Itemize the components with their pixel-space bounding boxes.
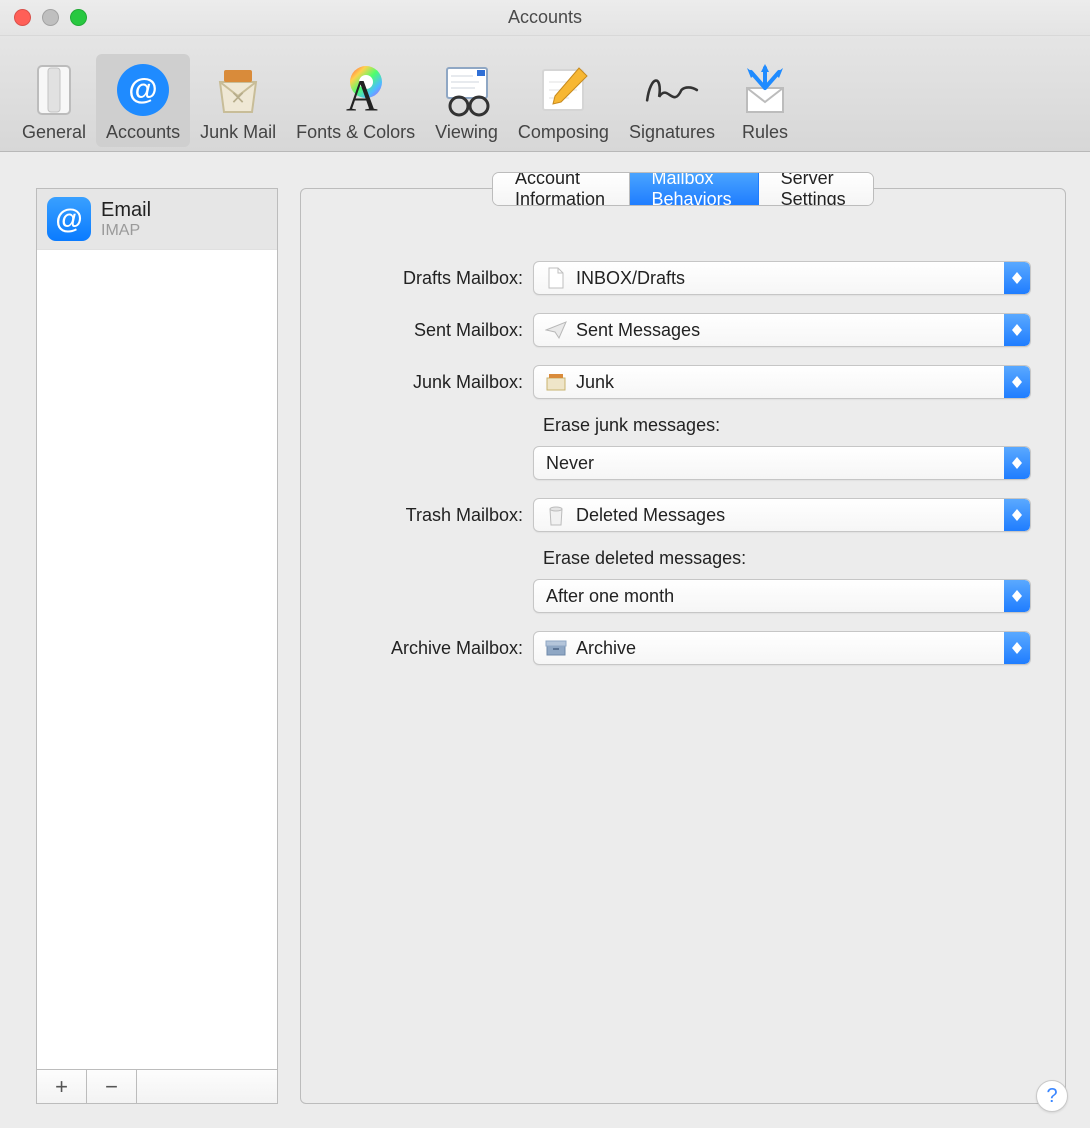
drafts-row: Drafts Mailbox: INBOX/Drafts bbox=[319, 261, 1031, 295]
trash-value: Deleted Messages bbox=[576, 505, 1004, 526]
sent-label: Sent Mailbox: bbox=[319, 320, 533, 341]
toolbar-label: Rules bbox=[742, 122, 788, 143]
toolbar-label: Accounts bbox=[106, 122, 180, 143]
drafts-label: Drafts Mailbox: bbox=[319, 268, 533, 289]
junk-value: Junk bbox=[576, 372, 1004, 393]
titlebar: Accounts bbox=[0, 0, 1090, 36]
content-area: @ Email IMAP + − Account Information Mai… bbox=[0, 152, 1090, 1128]
paper-plane-icon bbox=[542, 319, 570, 341]
tab-account-information[interactable]: Account Information bbox=[493, 173, 630, 205]
erase-junk-label: Erase junk messages: bbox=[543, 415, 1031, 436]
trash-mailbox-popup[interactable]: Deleted Messages bbox=[533, 498, 1031, 532]
toolbar-label: Viewing bbox=[435, 122, 498, 143]
toolbar-rules[interactable]: Rules bbox=[725, 54, 805, 147]
account-text: Email IMAP bbox=[101, 199, 151, 240]
erase-junk-row: Never bbox=[319, 446, 1031, 480]
trash-label: Trash Mailbox: bbox=[319, 505, 533, 526]
add-account-button[interactable]: + bbox=[37, 1070, 87, 1103]
archive-label: Archive Mailbox: bbox=[319, 638, 533, 659]
composing-icon bbox=[533, 60, 593, 120]
popup-arrows-icon bbox=[1004, 632, 1030, 664]
preferences-toolbar: General @ Accounts ✕ Junk Mail bbox=[0, 36, 1090, 152]
account-tabs: Account Information Mailbox Behaviors Se… bbox=[492, 172, 874, 206]
junk-mailbox-popup[interactable]: Junk bbox=[533, 365, 1031, 399]
svg-text:@: @ bbox=[128, 73, 157, 106]
archive-row: Archive Mailbox: Archive bbox=[319, 631, 1031, 665]
popup-arrows-icon bbox=[1004, 447, 1030, 479]
rules-icon bbox=[735, 60, 795, 120]
sidebar-buttons: + − bbox=[37, 1069, 277, 1103]
account-name: Email bbox=[101, 199, 151, 222]
toolbar-fonts-colors[interactable]: A Fonts & Colors bbox=[286, 54, 425, 147]
toolbar-label: Junk Mail bbox=[200, 122, 276, 143]
popup-arrows-icon bbox=[1004, 314, 1030, 346]
popup-arrows-icon bbox=[1004, 499, 1030, 531]
accounts-sidebar: @ Email IMAP + − bbox=[36, 188, 278, 1104]
toolbar-junk-mail[interactable]: ✕ Junk Mail bbox=[190, 54, 286, 147]
window-title: Accounts bbox=[0, 7, 1090, 28]
trash-row: Trash Mailbox: Deleted Messages bbox=[319, 498, 1031, 532]
toolbar-label: Composing bbox=[518, 122, 609, 143]
sidebar-spacer bbox=[137, 1070, 277, 1103]
archive-box-icon bbox=[542, 637, 570, 659]
mailbox-behaviors-form: Drafts Mailbox: INBOX/Drafts Sent Mailbo… bbox=[301, 189, 1065, 707]
toolbar-accounts[interactable]: @ Accounts bbox=[96, 54, 190, 147]
fonts-colors-icon: A bbox=[326, 60, 386, 120]
junk-box-icon bbox=[542, 371, 570, 393]
toolbar-composing[interactable]: Composing bbox=[508, 54, 619, 147]
account-type: IMAP bbox=[101, 222, 151, 240]
sent-row: Sent Mailbox: Sent Messages bbox=[319, 313, 1031, 347]
erase-deleted-label: Erase deleted messages: bbox=[543, 548, 1031, 569]
document-icon bbox=[542, 267, 570, 289]
sent-mailbox-popup[interactable]: Sent Messages bbox=[533, 313, 1031, 347]
popup-arrows-icon bbox=[1004, 262, 1030, 294]
svg-text:A: A bbox=[346, 71, 378, 118]
drafts-mailbox-popup[interactable]: INBOX/Drafts bbox=[533, 261, 1031, 295]
toolbar-general[interactable]: General bbox=[12, 54, 96, 147]
remove-account-button[interactable]: − bbox=[87, 1070, 137, 1103]
junk-row: Junk Mailbox: Junk bbox=[319, 365, 1031, 399]
signatures-icon bbox=[642, 60, 702, 120]
svg-text:✕: ✕ bbox=[231, 88, 246, 108]
erase-deleted-value: After one month bbox=[546, 586, 1004, 607]
at-sign-icon: @ bbox=[47, 197, 91, 241]
accounts-list: @ Email IMAP bbox=[37, 189, 277, 1069]
junk-label: Junk Mailbox: bbox=[319, 372, 533, 393]
junk-mail-icon: ✕ bbox=[208, 60, 268, 120]
sent-value: Sent Messages bbox=[576, 320, 1004, 341]
viewing-icon bbox=[437, 60, 497, 120]
trash-can-icon bbox=[542, 504, 570, 526]
archive-mailbox-popup[interactable]: Archive bbox=[533, 631, 1031, 665]
toolbar-label: Signatures bbox=[629, 122, 715, 143]
toolbar-label: General bbox=[22, 122, 86, 143]
popup-arrows-icon bbox=[1004, 580, 1030, 612]
archive-value: Archive bbox=[576, 638, 1004, 659]
help-icon: ? bbox=[1046, 1085, 1057, 1108]
help-button[interactable]: ? bbox=[1036, 1080, 1068, 1112]
erase-junk-popup[interactable]: Never bbox=[533, 446, 1031, 480]
popup-arrows-icon bbox=[1004, 366, 1030, 398]
tab-server-settings[interactable]: Server Settings bbox=[759, 173, 873, 205]
account-item[interactable]: @ Email IMAP bbox=[37, 189, 277, 250]
toolbar-label: Fonts & Colors bbox=[296, 122, 415, 143]
drafts-value: INBOX/Drafts bbox=[576, 268, 1004, 289]
erase-deleted-row: After one month bbox=[319, 579, 1031, 613]
general-icon bbox=[24, 60, 84, 120]
toolbar-signatures[interactable]: Signatures bbox=[619, 54, 725, 147]
toolbar-viewing[interactable]: Viewing bbox=[425, 54, 508, 147]
erase-deleted-popup[interactable]: After one month bbox=[533, 579, 1031, 613]
accounts-icon: @ bbox=[113, 60, 173, 120]
erase-junk-value: Never bbox=[546, 453, 1004, 474]
tab-mailbox-behaviors[interactable]: Mailbox Behaviors bbox=[630, 173, 759, 205]
main-panel: Account Information Mailbox Behaviors Se… bbox=[300, 188, 1066, 1104]
